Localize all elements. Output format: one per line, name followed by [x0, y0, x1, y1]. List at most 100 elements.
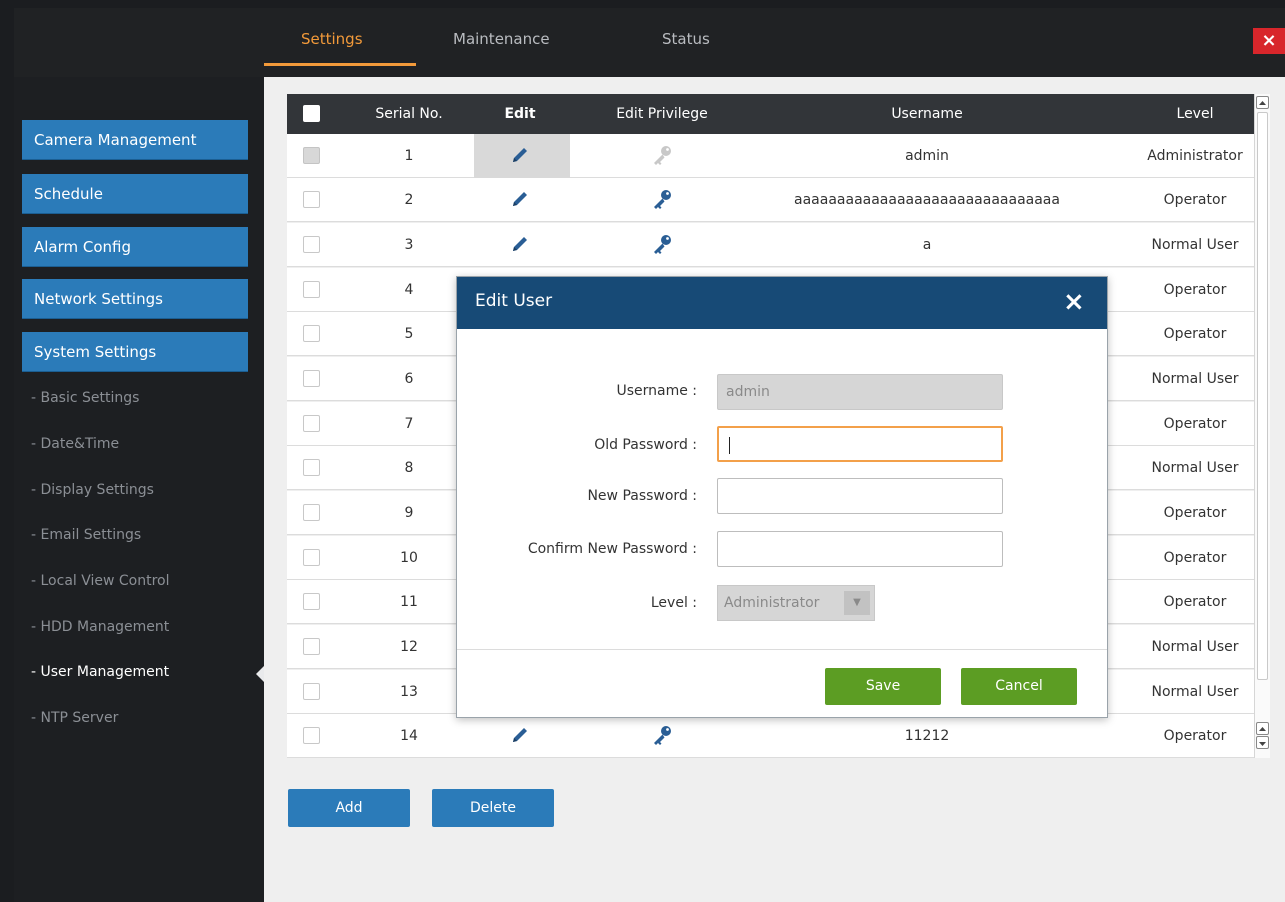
- pencil-icon[interactable]: [509, 144, 531, 166]
- column-serial-no: Serial No.: [375, 106, 443, 122]
- table-row[interactable]: 14 11212 Operator: [287, 714, 1254, 758]
- dialog-header: Edit User ×: [457, 277, 1107, 329]
- add-user-button[interactable]: Add: [288, 789, 410, 827]
- serial-no-cell: 11: [400, 594, 418, 610]
- text-cursor: [729, 437, 730, 454]
- username-cell: aaaaaaaaaaaaaaaaaaaaaaaaaaaaaaa: [794, 192, 1060, 208]
- dialog-close-icon[interactable]: ×: [1063, 287, 1085, 317]
- sidebar-sub-hdd-management[interactable]: - HDD Management: [31, 619, 169, 635]
- delete-user-button[interactable]: Delete: [432, 789, 554, 827]
- sidebar-sub-user-management[interactable]: - User Management: [31, 664, 169, 680]
- confirm-password-label: Confirm New Password :: [527, 541, 697, 557]
- level-cell: Operator: [1163, 192, 1227, 208]
- arrow-up-icon: [1259, 101, 1266, 105]
- row-checkbox[interactable]: [303, 281, 320, 298]
- serial-no-cell: 2: [404, 192, 414, 208]
- level-cell: Administrator: [1147, 148, 1243, 164]
- serial-no-cell: 5: [404, 326, 414, 342]
- pencil-icon[interactable]: [509, 188, 531, 210]
- old-password-field[interactable]: [717, 426, 1003, 462]
- row-checkbox[interactable]: [303, 191, 320, 208]
- row-checkbox[interactable]: [303, 593, 320, 610]
- sidebar-sub-display-settings[interactable]: - Display Settings: [31, 482, 154, 498]
- row-checkbox[interactable]: [303, 504, 320, 521]
- select-all-checkbox[interactable]: [303, 105, 320, 122]
- serial-no-cell: 8: [404, 460, 414, 476]
- tab-status[interactable]: Status: [662, 30, 710, 48]
- scroll-up-button[interactable]: [1256, 96, 1269, 109]
- level-label: Level :: [650, 595, 697, 611]
- sidebar-item-camera-management[interactable]: Camera Management: [22, 120, 248, 160]
- level-cell: Operator: [1163, 416, 1227, 432]
- username-cell: 11212: [904, 728, 950, 744]
- level-cell: Operator: [1163, 728, 1227, 744]
- sidebar-item-alarm-config[interactable]: Alarm Config: [22, 227, 248, 267]
- username-field: admin: [717, 374, 1003, 410]
- level-cell: Operator: [1163, 550, 1227, 566]
- level-cell: Normal User: [1151, 460, 1239, 476]
- table-row[interactable]: 2 aaaaaaaaaaaaaaaaaaaaaaaaaaaaaaa Operator: [287, 178, 1254, 222]
- cancel-button[interactable]: Cancel: [961, 668, 1077, 705]
- dialog-title: Edit User: [475, 291, 553, 311]
- sidebar-sub-basic-settings[interactable]: - Basic Settings: [31, 390, 139, 406]
- level-select: Administrator ▼: [717, 585, 875, 621]
- level-cell: Operator: [1163, 594, 1227, 610]
- sidebar-sub-ntp-server[interactable]: - NTP Server: [31, 710, 118, 726]
- table-row[interactable]: 3 a Normal User: [287, 223, 1254, 267]
- serial-no-cell: 10: [400, 550, 418, 566]
- new-password-field[interactable]: [717, 478, 1003, 514]
- row-checkbox[interactable]: [303, 236, 320, 253]
- key-icon[interactable]: [651, 188, 673, 210]
- serial-no-cell: 6: [404, 371, 414, 387]
- sidebar-item-network-settings[interactable]: Network Settings: [22, 279, 248, 319]
- sidebar-item-schedule[interactable]: Schedule: [22, 174, 248, 214]
- level-cell: Normal User: [1151, 684, 1239, 700]
- table-row[interactable]: 1 admin Administrator: [287, 134, 1254, 178]
- serial-no-cell: 4: [404, 282, 414, 298]
- serial-no-cell: 13: [400, 684, 418, 700]
- save-button[interactable]: Save: [825, 668, 941, 705]
- row-checkbox[interactable]: [303, 415, 320, 432]
- row-checkbox: [303, 147, 320, 164]
- row-checkbox[interactable]: [303, 683, 320, 700]
- sidebar-sub-local-view-control[interactable]: - Local View Control: [31, 573, 170, 589]
- serial-no-cell: 12: [400, 639, 418, 655]
- tab-maintenance[interactable]: Maintenance: [453, 30, 550, 48]
- key-icon[interactable]: [651, 233, 673, 255]
- serial-no-cell: 7: [404, 416, 414, 432]
- column-edit-privilege: Edit Privilege: [616, 106, 708, 122]
- old-password-label: Old Password :: [594, 437, 697, 453]
- confirm-password-field[interactable]: [717, 531, 1003, 567]
- close-app-button[interactable]: ×: [1253, 28, 1285, 54]
- sidebar-sub-date-time[interactable]: - Date&Time: [31, 436, 119, 452]
- scroll-down-button[interactable]: [1256, 736, 1269, 749]
- level-cell: Normal User: [1151, 237, 1239, 253]
- new-password-label: New Password :: [587, 488, 697, 504]
- sidebar-item-system-settings[interactable]: System Settings: [22, 332, 248, 372]
- serial-no-cell: 3: [404, 237, 414, 253]
- level-cell: Normal User: [1151, 371, 1239, 387]
- arrow-down-icon: [1259, 742, 1266, 746]
- level-cell: Operator: [1163, 505, 1227, 521]
- username-cell: admin: [905, 148, 949, 164]
- active-item-caret: [256, 666, 264, 682]
- sidebar-sub-email-settings[interactable]: - Email Settings: [31, 527, 141, 543]
- scrollbar-thumb[interactable]: [1257, 112, 1268, 680]
- row-checkbox[interactable]: [303, 459, 320, 476]
- scroll-up-button-bottom[interactable]: [1256, 722, 1269, 735]
- row-checkbox[interactable]: [303, 325, 320, 342]
- tab-settings[interactable]: Settings: [301, 30, 363, 48]
- column-level: Level: [1176, 106, 1214, 122]
- row-checkbox[interactable]: [303, 370, 320, 387]
- username-label: Username :: [616, 383, 697, 399]
- row-checkbox[interactable]: [303, 549, 320, 566]
- pencil-icon[interactable]: [509, 724, 531, 746]
- row-checkbox[interactable]: [303, 638, 320, 655]
- serial-no-cell: 9: [404, 505, 414, 521]
- key-icon[interactable]: [651, 724, 673, 746]
- row-checkbox[interactable]: [303, 727, 320, 744]
- level-select-value: Administrator: [724, 595, 820, 611]
- pencil-icon[interactable]: [509, 233, 531, 255]
- dialog-divider: [457, 649, 1107, 650]
- active-tab-indicator: [264, 63, 416, 66]
